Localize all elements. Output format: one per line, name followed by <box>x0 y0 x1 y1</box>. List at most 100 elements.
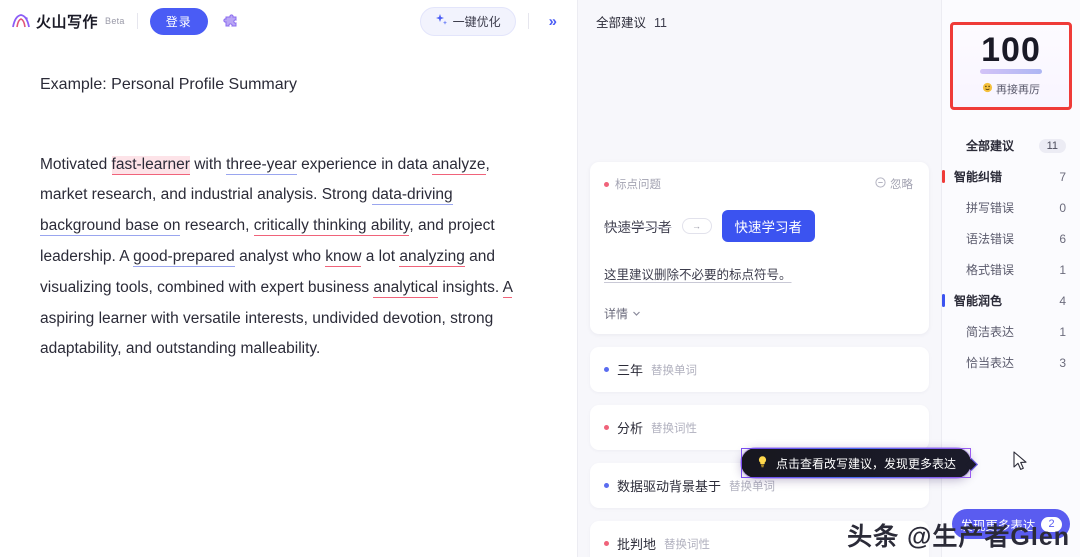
ignore-label: 忽略 <box>890 179 913 191</box>
issue-know[interactable]: know <box>325 247 362 267</box>
category-label: 格式错误 <box>966 263 1015 277</box>
top-bar: 火山写作 Beta 登录 一键优化 » <box>0 0 577 42</box>
category-label: 恰当表达 <box>966 356 1015 370</box>
list-item[interactable]: 分析 替换词性 <box>590 405 929 450</box>
tooltip-text: 点击查看改写建议，发现更多表达 <box>776 456 957 471</box>
issue-analytical[interactable]: analytical <box>373 278 439 298</box>
sidebar-item-grammar-error[interactable]: 语法错误 6 <box>942 223 1080 254</box>
list-item[interactable]: 三年 替换单词 <box>590 347 929 392</box>
sidebar-item-spelling-error[interactable]: 拼写错误 0 <box>942 192 1080 223</box>
category-count: 3 <box>1059 355 1066 370</box>
category-count: 0 <box>1059 200 1066 215</box>
issue-analyze[interactable]: analyze <box>432 155 486 175</box>
suggestions-header-label: 全部建议 <box>596 16 647 30</box>
category-count: 11 <box>1038 138 1066 153</box>
category-label: 语法错误 <box>966 232 1015 246</box>
document-title: Example: Personal Profile Summary <box>40 76 297 93</box>
list-item-word: 三年 <box>617 363 644 378</box>
suggestions-list[interactable]: 标点问题 忽略 快速学习者 → 快速学习者 这里建议删除不必要的标点符号。 详情… <box>578 31 941 557</box>
sidebar-item-concise-expression[interactable]: 简洁表达 1 <box>942 316 1080 347</box>
divider <box>136 13 138 29</box>
card-header: 标点问题 忽略 <box>604 176 913 192</box>
category-count: 4 <box>1059 293 1066 308</box>
collapse-panel-icon[interactable]: » <box>541 11 565 32</box>
category-count: 1 <box>1059 324 1066 339</box>
card-detail-toggle[interactable]: 详情 <box>604 305 913 322</box>
text-run: analyst who <box>234 247 326 265</box>
list-item-word: 分析 <box>617 421 644 436</box>
puzzle-icon[interactable] <box>218 8 244 34</box>
issue-analyzing[interactable]: analyzing <box>399 247 465 267</box>
category-accent-bar <box>942 325 945 338</box>
category-label: 智能润色 <box>954 294 1003 308</box>
list-item-kind: 替换单词 <box>651 364 698 377</box>
text-run: research, <box>180 217 254 235</box>
smiley-icon <box>982 82 993 96</box>
severity-dot-icon <box>604 483 609 488</box>
category-count: 1 <box>1059 262 1066 277</box>
score-card: 100 再接再厉 <box>950 22 1072 110</box>
issue-three-year[interactable]: three-year <box>226 155 297 175</box>
score-note: 再接再厉 <box>953 81 1069 97</box>
document-editor[interactable]: Example: Personal Profile Summary Motiva… <box>0 42 577 557</box>
category-count: 7 <box>1059 169 1066 184</box>
category-accent-bar <box>942 356 945 369</box>
score-value: 100 <box>981 31 1041 69</box>
issue-critically-thinking[interactable]: critically thinking ability <box>253 217 410 237</box>
sidebar-item-smart-polish[interactable]: 智能润色 4 <box>942 285 1080 316</box>
text-run: experience in data <box>296 155 433 173</box>
original-word: 快速学习者 <box>604 220 672 235</box>
category-accent-bar <box>942 263 945 276</box>
category-accent-bar <box>942 201 945 214</box>
minus-circle-icon <box>875 177 886 191</box>
brand-name: 火山写作 <box>36 13 99 31</box>
lightbulb-icon <box>756 455 769 471</box>
list-item-kind: 替换单词 <box>729 480 776 493</box>
volcano-logo-icon <box>10 10 32 32</box>
apply-replacement-button[interactable]: 快速学习者 <box>721 210 815 242</box>
ignore-button[interactable]: 忽略 <box>875 176 913 192</box>
severity-dot-icon <box>604 181 609 187</box>
sidebar-item-smart-correction[interactable]: 智能纠错 7 <box>942 161 1080 192</box>
issue-a-article[interactable]: A <box>502 278 513 298</box>
login-button[interactable]: 登录 <box>149 7 208 35</box>
arrow-right-icon: → <box>681 218 712 234</box>
sidebar-item-format-error[interactable]: 格式错误 1 <box>942 254 1080 285</box>
watermark: 头条 @生产者Glen <box>847 523 1070 551</box>
suggestions-header-count: 11 <box>654 16 667 30</box>
score-underline <box>980 69 1042 74</box>
rewrite-hint-tooltip[interactable]: 点击查看改写建议，发现更多表达 <box>741 448 972 478</box>
sparkle-icon <box>435 13 448 29</box>
suggestions-header: 全部建议 11 <box>578 0 941 31</box>
list-item-word: 批判地 <box>617 537 657 552</box>
brand[interactable]: 火山写作 Beta <box>10 10 125 32</box>
list-item-kind: 替换词性 <box>664 538 711 551</box>
divider-2 <box>527 13 529 29</box>
card-tag: 标点问题 <box>604 176 661 192</box>
suggestion-card-active[interactable]: 标点问题 忽略 快速学习者 → 快速学习者 这里建议删除不必要的标点符号。 详情 <box>590 162 929 334</box>
sidebar-item-appropriate-expression[interactable]: 恰当表达 3 <box>942 347 1080 378</box>
category-label: 简洁表达 <box>966 325 1015 339</box>
text-run: aspiring learner with versatile interest… <box>40 309 494 358</box>
optimize-label: 一键优化 <box>452 14 501 29</box>
category-accent-bar <box>942 232 945 245</box>
category-label: 拼写错误 <box>966 201 1015 215</box>
beta-tag: Beta <box>105 16 125 26</box>
list-item-word: 数据驱动背景基于 <box>617 479 722 494</box>
issue-good-prepared[interactable]: good-prepared <box>133 247 235 267</box>
severity-dot-icon <box>604 425 609 430</box>
sidebar-item-all[interactable]: 全部建议 11 <box>942 130 1080 161</box>
list-top-spacer <box>590 31 929 162</box>
text-run: with <box>189 155 227 173</box>
issue-fast-learner[interactable]: fast-learner <box>111 155 190 175</box>
text-run: insights. <box>438 278 503 296</box>
list-item-kind: 替换词性 <box>651 422 698 435</box>
one-click-optimize-button[interactable]: 一键优化 <box>419 6 516 36</box>
severity-dot-icon <box>604 541 609 546</box>
category-label: 全部建议 <box>966 139 1015 153</box>
document-paragraph[interactable]: Motivated fast-learner with three-year e… <box>40 150 537 366</box>
category-accent-bar <box>942 294 945 307</box>
chevron-down-icon <box>632 307 641 321</box>
category-label: 智能纠错 <box>954 170 1003 184</box>
text-run: Motivated <box>40 155 112 173</box>
